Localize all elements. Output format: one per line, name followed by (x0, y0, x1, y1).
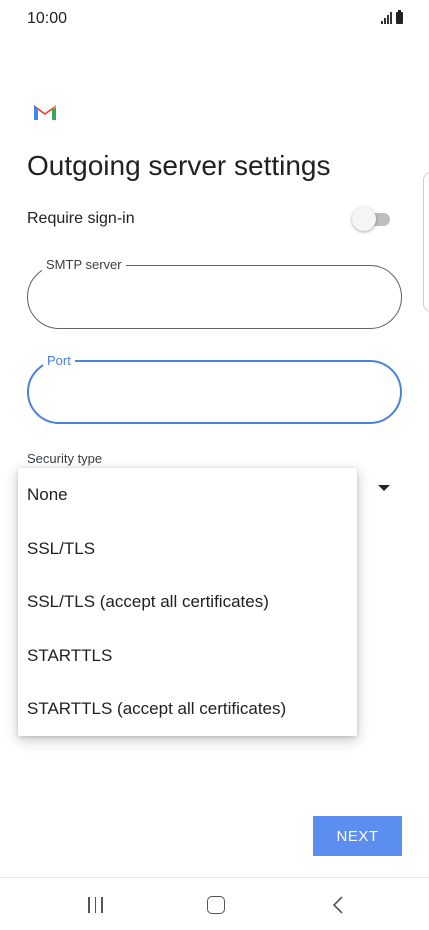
require-signin-toggle[interactable] (352, 206, 392, 232)
security-type-label: Security type (27, 451, 103, 466)
toggle-thumb (352, 207, 376, 231)
menu-item-ssl-tls-accept-all[interactable]: SSL/TLS (accept all certificates) (18, 575, 357, 629)
recents-icon[interactable] (88, 897, 103, 913)
signal-icon (381, 12, 392, 24)
menu-item-starttls[interactable]: STARTTLS (18, 629, 357, 683)
navigation-bar (0, 878, 429, 930)
menu-item-starttls-accept-all[interactable]: STARTTLS (accept all certificates) (18, 682, 357, 736)
back-icon[interactable] (332, 895, 344, 915)
smtp-server-label: SMTP server (42, 257, 126, 272)
status-icons (381, 10, 403, 24)
page-title: Outgoing server settings (27, 150, 331, 181)
home-icon[interactable] (207, 896, 225, 914)
menu-item-none[interactable]: None (18, 468, 357, 522)
menu-item-ssl-tls[interactable]: SSL/TLS (18, 522, 357, 576)
dropdown-arrow-icon[interactable] (378, 485, 390, 491)
require-signin-label: Require sign-in (27, 210, 135, 227)
gmail-logo (34, 105, 56, 120)
next-button[interactable]: NEXT (313, 816, 402, 856)
port-field[interactable]: Port (27, 353, 402, 424)
battery-icon (396, 10, 403, 24)
port-input[interactable] (47, 380, 381, 400)
smtp-server-field[interactable]: SMTP server (27, 257, 402, 329)
security-type-menu: None SSL/TLS SSL/TLS (accept all certifi… (18, 468, 357, 736)
status-time: 10:00 (27, 10, 68, 27)
edge-panel-handle[interactable] (423, 172, 429, 312)
port-label: Port (43, 353, 75, 368)
status-bar: 10:00 (0, 0, 429, 44)
smtp-server-input[interactable] (46, 284, 380, 304)
